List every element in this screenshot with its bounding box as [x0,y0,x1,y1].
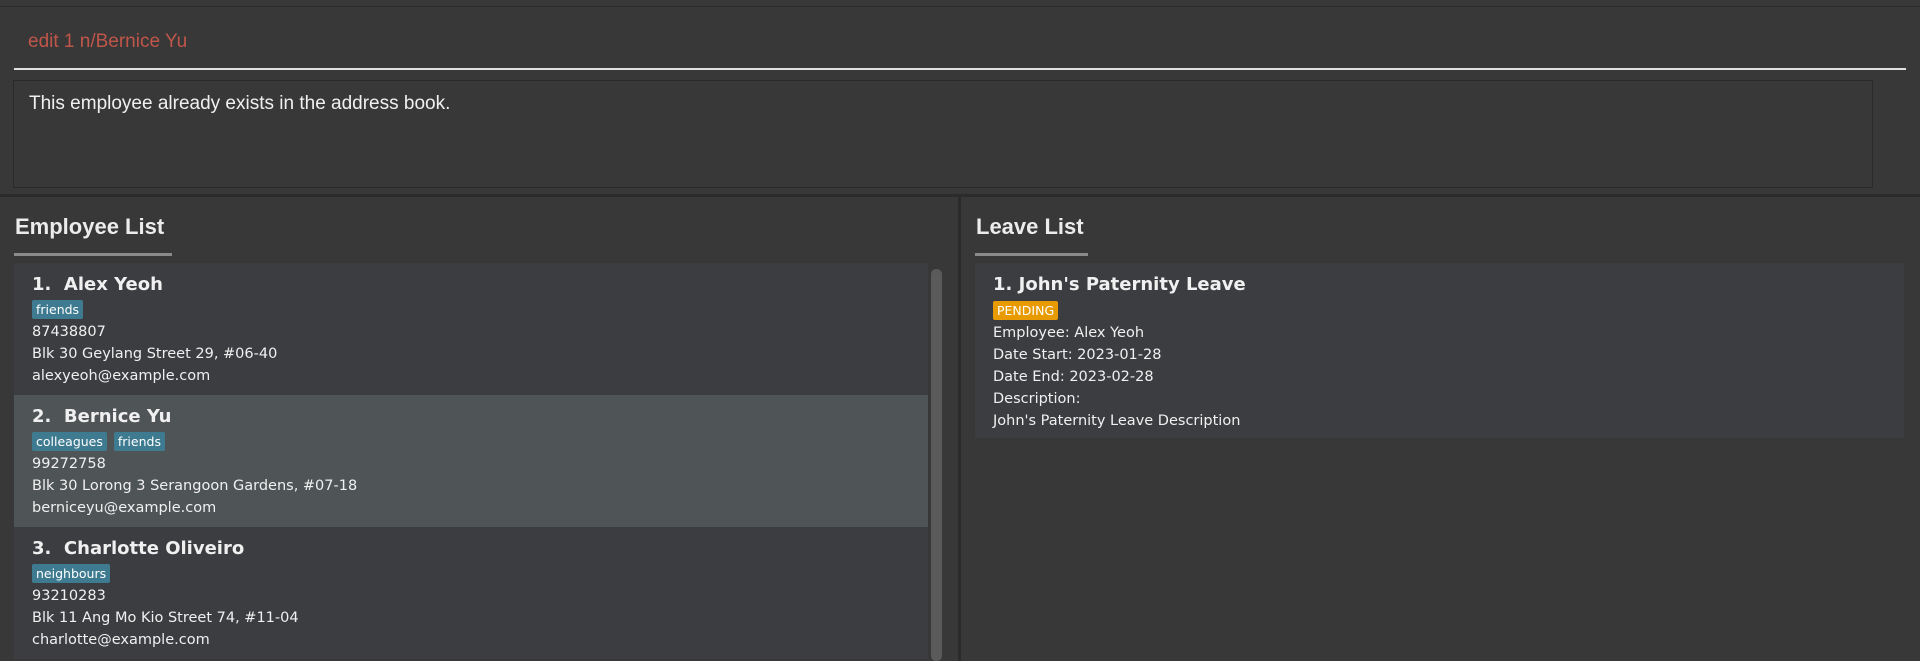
status-badge: PENDING [993,301,1059,320]
employee-name: 1. Alex Yeoh [32,274,163,295]
leave-employee: Employee: Alex Yeoh [993,325,1145,341]
title-underline [14,253,172,256]
tag: friends [113,432,165,451]
leave-list-panel: Leave List 1. John's Paternity Leave PEN… [961,197,1920,661]
employee-email: alexyeoh@example.com [32,368,211,384]
title-underline [975,253,1088,256]
tag: friends [32,300,84,319]
tag: colleagues [32,432,107,451]
leave-start: Date Start: 2023-01-28 [993,347,1162,363]
leave-description: John's Paternity Leave Description [993,413,1241,429]
employee-phone: 93210283 [32,588,106,604]
employee-phone: 99272758 [32,456,106,472]
result-message: This employee already exists in the addr… [29,93,451,114]
command-input[interactable]: edit 1 n/Bernice Yu [28,31,187,53]
command-input-underline [14,68,1906,70]
employee-list: 1. Alex Yeoh friends 87438807 Blk 30 Gey… [14,263,928,659]
employee-address: Blk 11 Ang Mo Kio Street 74, #11-04 [32,610,299,626]
employee-name: 2. Bernice Yu [32,406,172,427]
employee-phone: 87438807 [32,324,106,340]
employee-email: berniceyu@example.com [32,500,217,516]
employee-list-panel: Employee List 1. Alex Yeoh friends 87438… [0,197,958,661]
leave-card[interactable]: 1. John's Paternity Leave PENDING Employ… [975,263,1904,438]
result-display: This employee already exists in the addr… [13,80,1873,188]
leave-list-title: Leave List [976,214,1084,239]
employee-list-scrollbar[interactable] [931,269,942,661]
employee-address: Blk 30 Lorong 3 Serangoon Gardens, #07-1… [32,478,358,494]
tag: neighbours [32,564,111,583]
employee-card[interactable]: 1. Alex Yeoh friends 87438807 Blk 30 Gey… [14,263,928,395]
leave-description-label: Description: [993,391,1081,407]
leave-list: 1. John's Paternity Leave PENDING Employ… [975,263,1904,438]
employee-list-title: Employee List [15,214,165,239]
leave-end: Date End: 2023-02-28 [993,369,1154,385]
employee-name: 3. Charlotte Oliveiro [32,538,245,559]
employee-card[interactable]: 3. Charlotte Oliveiro neighbours 9321028… [14,527,928,659]
employee-address: Blk 30 Geylang Street 29, #06-40 [32,346,278,362]
employee-card[interactable]: 2. Bernice Yu colleagues friends 99272758… [14,395,928,527]
employee-email: charlotte@example.com [32,632,210,648]
leave-title: 1. John's Paternity Leave [993,274,1246,295]
